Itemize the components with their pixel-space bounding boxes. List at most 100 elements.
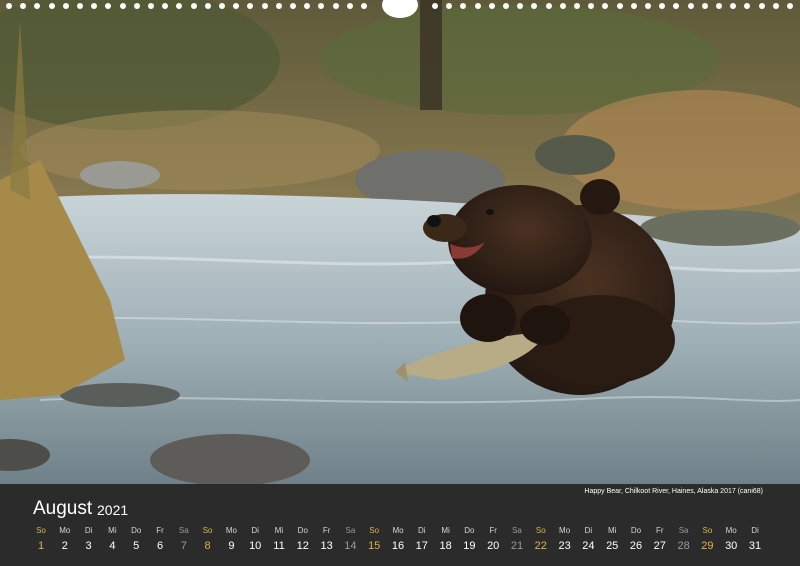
binding-hole <box>290 3 296 9</box>
day-cell: Sa 14 <box>339 525 361 555</box>
binding-hole <box>531 3 538 9</box>
day-cell: Di 17 <box>411 525 433 555</box>
binding-hole <box>730 3 737 9</box>
weekday-label: Fr <box>322 526 331 535</box>
day-number: 28 <box>677 540 690 552</box>
binding-hole <box>716 3 722 9</box>
day-number: 27 <box>653 540 666 552</box>
binding-hole <box>701 3 708 9</box>
binding-hole <box>673 3 680 9</box>
binding-hole <box>204 3 211 9</box>
weekday-label: Di <box>84 526 93 535</box>
day-cell: Fr 6 <box>149 525 171 555</box>
weekday-label: So <box>202 526 213 535</box>
day-cell: Di 3 <box>78 525 100 555</box>
binding-hole <box>304 3 311 9</box>
binding-hole <box>432 3 438 9</box>
binding-hole <box>744 3 751 9</box>
day-number: 12 <box>296 540 309 552</box>
day-cell: Mo 9 <box>220 525 242 555</box>
day-grid: So 1 Mo 2 Di 3 Mi 4 Do 5 Fr 6 Sa 7 So 8 Mo 9 Di 10 Mi 11 Do 12 F… <box>30 525 770 561</box>
day-number: 18 <box>439 540 452 552</box>
weekday-label: Do <box>131 526 142 535</box>
day-cell: So 29 <box>696 525 718 555</box>
day-number: 24 <box>582 540 595 552</box>
day-number: 30 <box>725 540 738 552</box>
binding-hole <box>48 3 55 9</box>
binding-hole <box>176 3 183 9</box>
bear-photo <box>0 0 800 484</box>
weekday-label: Sa <box>678 526 689 535</box>
photo-caption: Happy Bear, Chilkoot River, Haines, Alas… <box>584 488 763 495</box>
day-cell: Fr 20 <box>482 525 504 555</box>
binding-hole <box>602 3 609 9</box>
day-cell: So 8 <box>197 525 219 555</box>
binding-hole <box>318 3 325 9</box>
binding-hole <box>105 3 112 9</box>
weekday-label: Do <box>464 526 475 535</box>
weekday-label: Mi <box>607 526 617 535</box>
binding-hole <box>630 3 637 9</box>
day-number: 10 <box>249 540 262 552</box>
day-cell: Mo 16 <box>387 525 409 555</box>
weekday-label: Mo <box>225 526 237 535</box>
weekday-label: Di <box>418 526 426 535</box>
day-cell: So 1 <box>30 525 52 555</box>
day-number: 25 <box>606 540 619 552</box>
binding-hole <box>261 3 268 9</box>
weekday-label: Mi <box>441 526 450 535</box>
day-cell: Mi 18 <box>435 525 457 555</box>
weekday-label: Fr <box>656 526 664 535</box>
day-number: 11 <box>273 540 285 552</box>
binding-hole <box>772 3 779 9</box>
day-cell: Do 5 <box>125 525 147 555</box>
day-cell: Fr 27 <box>649 525 671 555</box>
day-number: 29 <box>701 540 714 552</box>
weekday-label: Do <box>630 526 642 535</box>
weekday-label: Di <box>251 526 259 535</box>
day-number: 4 <box>109 540 116 552</box>
binding-hole <box>219 3 225 9</box>
day-cell: Do 12 <box>292 525 314 555</box>
binding-hole <box>787 3 793 9</box>
weekday-label: So <box>535 526 546 535</box>
binding-hole <box>758 3 765 9</box>
binding-hole <box>148 3 154 9</box>
binding-hole <box>474 3 481 9</box>
day-number: 8 <box>204 540 211 552</box>
day-number: 6 <box>156 540 164 552</box>
day-cell: So 22 <box>530 525 552 555</box>
day-number: 19 <box>463 540 476 552</box>
day-number: 20 <box>487 540 500 552</box>
day-number: 2 <box>61 540 68 552</box>
binding-hole <box>6 3 12 9</box>
binding-hole <box>559 3 566 9</box>
weekday-label: So <box>36 526 46 535</box>
binding-hole <box>687 3 694 9</box>
day-cell: Sa 7 <box>173 525 195 555</box>
binding-hole <box>77 3 83 9</box>
weekday-label: Do <box>297 526 308 535</box>
weekday-label: Mo <box>725 526 737 535</box>
binding-hole <box>162 3 169 9</box>
binding-hole <box>503 3 509 9</box>
binding-hole <box>247 3 254 9</box>
day-number: 1 <box>37 540 45 552</box>
binding-hole <box>488 3 495 9</box>
binding-hole <box>119 3 126 9</box>
binding-hole <box>460 3 467 9</box>
month-name: August <box>33 498 93 519</box>
day-number: 21 <box>510 540 524 552</box>
binding-hole <box>34 3 41 9</box>
binding-hole <box>133 3 140 9</box>
day-number: 5 <box>133 540 140 552</box>
weekday-label: Sa <box>345 526 356 535</box>
bear-photo-illustration <box>0 0 800 484</box>
day-number: 16 <box>391 540 405 552</box>
day-cell: Fr 13 <box>316 525 338 555</box>
day-cell: Mi 11 <box>268 525 290 555</box>
weekday-label: Mo <box>392 526 404 535</box>
day-cell: Di 10 <box>244 525 266 555</box>
day-cell: Mo 2 <box>54 525 76 555</box>
day-number: 9 <box>228 540 235 552</box>
